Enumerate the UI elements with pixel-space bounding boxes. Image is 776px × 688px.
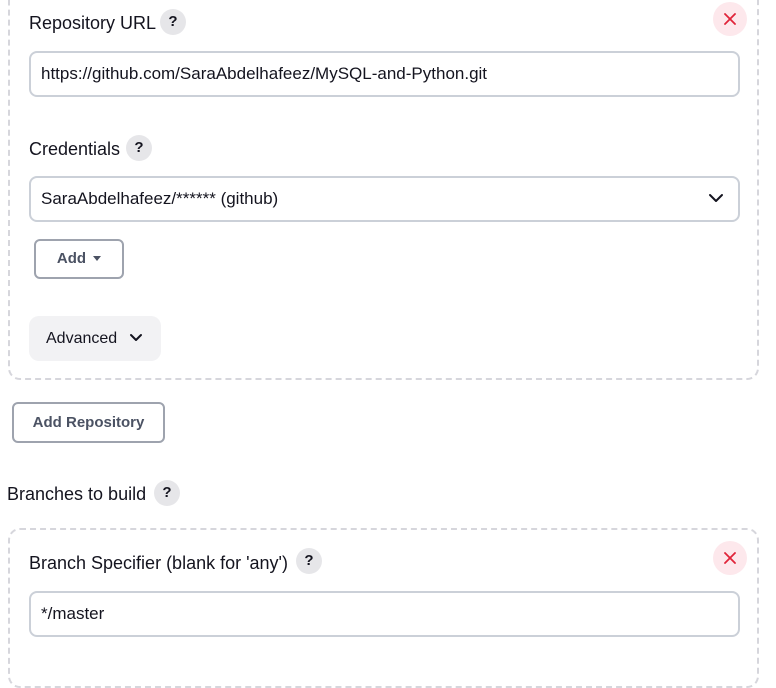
advanced-label: Advanced: [46, 330, 118, 347]
caret-down-icon: [93, 255, 102, 261]
repository-url-help-icon[interactable]: ?: [160, 9, 186, 35]
credentials-select[interactable]: SaraAbdelhafeez/****** (github): [29, 176, 740, 222]
advanced-button[interactable]: Advanced: [29, 316, 161, 361]
delete-repository-button[interactable]: [713, 2, 747, 36]
add-credentials-button[interactable]: Add: [34, 239, 124, 279]
branches-to-build-help-icon[interactable]: ?: [154, 480, 180, 506]
add-repository-button[interactable]: Add Repository: [12, 402, 165, 443]
add-credentials-label: Add: [56, 250, 87, 267]
close-icon: [724, 13, 736, 25]
branch-specifier-input[interactable]: */master: [29, 591, 740, 637]
repository-url-label: Repository URL: [29, 13, 157, 33]
credentials-selected-value: SaraAbdelhafeez/****** (github): [41, 189, 279, 208]
repository-url-input[interactable]: https://github.com/SaraAbdelhafeez/MySQL…: [29, 51, 740, 97]
credentials-help-icon[interactable]: ?: [126, 135, 152, 161]
branches-to-build-label: Branches to build: [7, 484, 147, 504]
delete-branch-button[interactable]: [713, 541, 747, 575]
chevron-down-icon: [709, 194, 723, 202]
credentials-label: Credentials: [29, 139, 121, 159]
branch-specifier-help-icon[interactable]: ?: [296, 548, 322, 574]
chevron-down-icon: [130, 334, 142, 341]
branch-specifier-label: Branch Specifier (blank for 'any'): [29, 553, 288, 573]
close-icon: [724, 552, 736, 564]
